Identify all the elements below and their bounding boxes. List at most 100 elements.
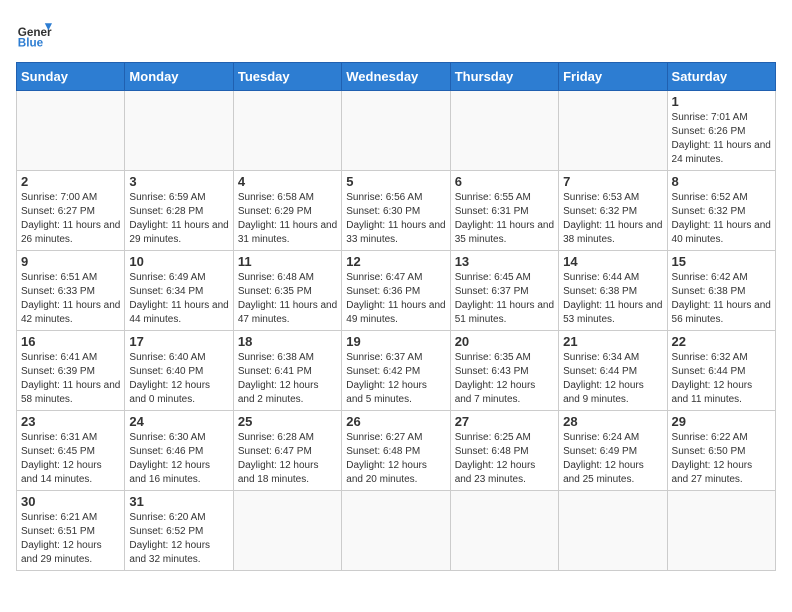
calendar-cell: 17 Sunrise: 6:40 AM Sunset: 6:40 PM Dayli…: [125, 331, 233, 411]
day-info: Sunrise: 6:47 AM Sunset: 6:36 PM Dayligh…: [346, 271, 445, 327]
calendar-cell: 3Sunrise: 6:59 AM Sunset: 6:28 PM Daylig…: [125, 171, 233, 251]
day-number: 22: [672, 334, 771, 349]
day-number: 1: [672, 94, 771, 109]
weekday-header-thursday: Thursday: [450, 63, 558, 91]
calendar-cell: 16 Sunrise: 6:41 AM Sunset: 6:39 PM Dayli…: [17, 331, 125, 411]
day-number: 23: [21, 414, 120, 429]
calendar-week-row: 23 Sunrise: 6:31 AM Sunset: 6:45 PM Dayli…: [17, 411, 776, 491]
day-number: 14: [563, 254, 662, 269]
calendar-cell: 10Sunrise: 6:49 AM Sunset: 6:34 PM Dayli…: [125, 251, 233, 331]
calendar-cell: 6Sunrise: 6:55 AM Sunset: 6:31 PM Daylig…: [450, 171, 558, 251]
day-info: Sunrise: 6:41 AM Sunset: 6:39 PM Dayligh…: [21, 351, 120, 407]
calendar-cell: 9 Sunrise: 6:51 AM Sunset: 6:33 PM Daylig…: [17, 251, 125, 331]
day-number: 2: [21, 174, 120, 189]
day-info: Sunrise: 6:25 AM Sunset: 6:48 PM Dayligh…: [455, 431, 554, 487]
calendar-cell: 11 Sunrise: 6:48 AM Sunset: 6:35 PM Dayli…: [233, 251, 341, 331]
day-number: 12: [346, 254, 445, 269]
calendar-cell: 13 Sunrise: 6:45 AM Sunset: 6:37 PM Dayli…: [450, 251, 558, 331]
day-info: Sunrise: 6:20 AM Sunset: 6:52 PM Dayligh…: [129, 511, 228, 567]
calendar-week-row: 16 Sunrise: 6:41 AM Sunset: 6:39 PM Dayli…: [17, 331, 776, 411]
weekday-header-monday: Monday: [125, 63, 233, 91]
calendar-week-row: 30Sunrise: 6:21 AM Sunset: 6:51 PM Dayli…: [17, 491, 776, 571]
calendar-week-row: 1 Sunrise: 7:01 AM Sunset: 6:26 PM Daylig…: [17, 91, 776, 171]
day-number: 11: [238, 254, 337, 269]
calendar-cell: 5 Sunrise: 6:56 AM Sunset: 6:30 PM Daylig…: [342, 171, 450, 251]
day-info: Sunrise: 6:45 AM Sunset: 6:37 PM Dayligh…: [455, 271, 554, 327]
calendar-cell: 14Sunrise: 6:44 AM Sunset: 6:38 PM Dayli…: [559, 251, 667, 331]
header: General Blue: [16, 16, 776, 52]
calendar-cell: [450, 491, 558, 571]
calendar-cell: [342, 491, 450, 571]
calendar-cell: [559, 491, 667, 571]
weekday-header-row: SundayMondayTuesdayWednesdayThursdayFrid…: [17, 63, 776, 91]
calendar-cell: 29Sunrise: 6:22 AM Sunset: 6:50 PM Dayli…: [667, 411, 775, 491]
day-info: Sunrise: 6:34 AM Sunset: 6:44 PM Dayligh…: [563, 351, 662, 407]
calendar-cell: 24Sunrise: 6:30 AM Sunset: 6:46 PM Dayli…: [125, 411, 233, 491]
weekday-header-sunday: Sunday: [17, 63, 125, 91]
calendar-cell: 30Sunrise: 6:21 AM Sunset: 6:51 PM Dayli…: [17, 491, 125, 571]
calendar-cell: [233, 491, 341, 571]
day-info: Sunrise: 6:21 AM Sunset: 6:51 PM Dayligh…: [21, 511, 120, 567]
day-info: Sunrise: 6:52 AM Sunset: 6:32 PM Dayligh…: [672, 191, 771, 247]
day-info: Sunrise: 6:58 AM Sunset: 6:29 PM Dayligh…: [238, 191, 337, 247]
day-info: Sunrise: 7:01 AM Sunset: 6:26 PM Dayligh…: [672, 111, 771, 167]
generalblue-logo-icon: General Blue: [16, 16, 52, 52]
weekday-header-wednesday: Wednesday: [342, 63, 450, 91]
calendar-cell: 18Sunrise: 6:38 AM Sunset: 6:41 PM Dayli…: [233, 331, 341, 411]
calendar-cell: 25 Sunrise: 6:28 AM Sunset: 6:47 PM Dayli…: [233, 411, 341, 491]
day-number: 27: [455, 414, 554, 429]
day-info: Sunrise: 6:24 AM Sunset: 6:49 PM Dayligh…: [563, 431, 662, 487]
calendar-cell: 7Sunrise: 6:53 AM Sunset: 6:32 PM Daylig…: [559, 171, 667, 251]
calendar-cell: 22 Sunrise: 6:32 AM Sunset: 6:44 PM Dayli…: [667, 331, 775, 411]
calendar-cell: 15 Sunrise: 6:42 AM Sunset: 6:38 PM Dayli…: [667, 251, 775, 331]
day-number: 24: [129, 414, 228, 429]
day-number: 15: [672, 254, 771, 269]
day-info: Sunrise: 6:27 AM Sunset: 6:48 PM Dayligh…: [346, 431, 445, 487]
day-number: 19: [346, 334, 445, 349]
weekday-header-tuesday: Tuesday: [233, 63, 341, 91]
calendar-table: SundayMondayTuesdayWednesdayThursdayFrid…: [16, 62, 776, 571]
day-number: 9: [21, 254, 120, 269]
day-number: 26: [346, 414, 445, 429]
calendar-cell: [233, 91, 341, 171]
calendar-cell: [125, 91, 233, 171]
day-info: Sunrise: 6:56 AM Sunset: 6:30 PM Dayligh…: [346, 191, 445, 247]
day-info: Sunrise: 6:40 AM Sunset: 6:40 PM Dayligh…: [129, 351, 228, 407]
day-number: 6: [455, 174, 554, 189]
calendar-cell: 21Sunrise: 6:34 AM Sunset: 6:44 PM Dayli…: [559, 331, 667, 411]
calendar-cell: 1 Sunrise: 7:01 AM Sunset: 6:26 PM Daylig…: [667, 91, 775, 171]
day-number: 31: [129, 494, 228, 509]
calendar-cell: 8Sunrise: 6:52 AM Sunset: 6:32 PM Daylig…: [667, 171, 775, 251]
calendar-cell: [559, 91, 667, 171]
day-info: Sunrise: 6:31 AM Sunset: 6:45 PM Dayligh…: [21, 431, 120, 487]
day-info: Sunrise: 6:59 AM Sunset: 6:28 PM Dayligh…: [129, 191, 228, 247]
calendar-cell: 27 Sunrise: 6:25 AM Sunset: 6:48 PM Dayli…: [450, 411, 558, 491]
day-info: Sunrise: 6:37 AM Sunset: 6:42 PM Dayligh…: [346, 351, 445, 407]
calendar-cell: 4Sunrise: 6:58 AM Sunset: 6:29 PM Daylig…: [233, 171, 341, 251]
day-number: 29: [672, 414, 771, 429]
calendar-cell: [450, 91, 558, 171]
day-info: Sunrise: 6:28 AM Sunset: 6:47 PM Dayligh…: [238, 431, 337, 487]
day-info: Sunrise: 6:35 AM Sunset: 6:43 PM Dayligh…: [455, 351, 554, 407]
day-info: Sunrise: 6:42 AM Sunset: 6:38 PM Dayligh…: [672, 271, 771, 327]
calendar-cell: [667, 491, 775, 571]
calendar-cell: 20Sunrise: 6:35 AM Sunset: 6:43 PM Dayli…: [450, 331, 558, 411]
calendar-cell: 28Sunrise: 6:24 AM Sunset: 6:49 PM Dayli…: [559, 411, 667, 491]
calendar-week-row: 2 Sunrise: 7:00 AM Sunset: 6:27 PM Daylig…: [17, 171, 776, 251]
day-number: 17: [129, 334, 228, 349]
day-number: 5: [346, 174, 445, 189]
calendar-cell: 19 Sunrise: 6:37 AM Sunset: 6:42 PM Dayli…: [342, 331, 450, 411]
day-number: 13: [455, 254, 554, 269]
calendar-cell: 31 Sunrise: 6:20 AM Sunset: 6:52 PM Dayli…: [125, 491, 233, 571]
day-number: 25: [238, 414, 337, 429]
calendar-cell: [342, 91, 450, 171]
calendar-cell: 12 Sunrise: 6:47 AM Sunset: 6:36 PM Dayli…: [342, 251, 450, 331]
day-info: Sunrise: 7:00 AM Sunset: 6:27 PM Dayligh…: [21, 191, 120, 247]
day-info: Sunrise: 6:48 AM Sunset: 6:35 PM Dayligh…: [238, 271, 337, 327]
calendar-cell: 26 Sunrise: 6:27 AM Sunset: 6:48 PM Dayli…: [342, 411, 450, 491]
day-number: 18: [238, 334, 337, 349]
day-number: 16: [21, 334, 120, 349]
day-info: Sunrise: 6:51 AM Sunset: 6:33 PM Dayligh…: [21, 271, 120, 327]
day-info: Sunrise: 6:32 AM Sunset: 6:44 PM Dayligh…: [672, 351, 771, 407]
weekday-header-saturday: Saturday: [667, 63, 775, 91]
